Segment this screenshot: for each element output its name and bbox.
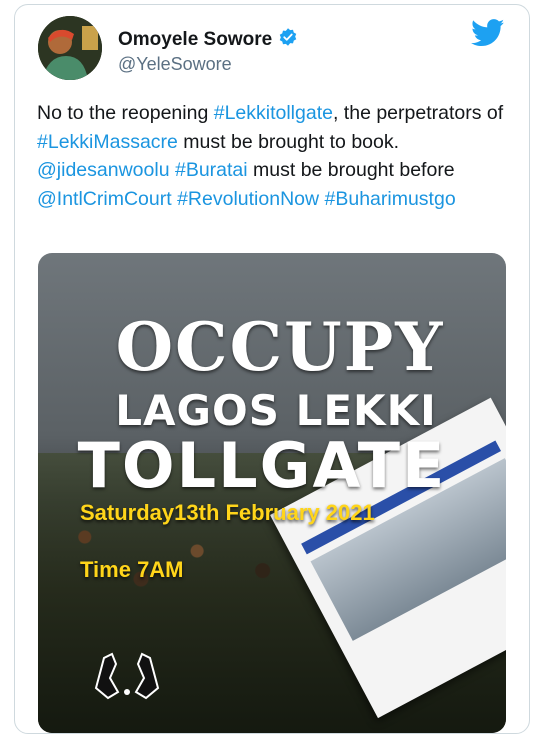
tweet-text: No to the reopening #Lekkitollgate, the … <box>37 99 515 213</box>
poster-date: Saturday13th February 2021 <box>80 500 375 525</box>
tweet-text-segment: must be brought to book. <box>177 130 400 153</box>
poster-headline-occupy: OCCUPY <box>115 308 445 386</box>
tweet-text-segment: must be brought before <box>247 159 455 181</box>
twitter-bird-icon[interactable] <box>471 19 505 52</box>
tweet-image[interactable]: OCCUPY LAGOS LEKKI TOLLGATE Saturday13th… <box>38 253 506 733</box>
fist-emblem-icon <box>90 648 164 707</box>
poster-headline-lagos-lekki: LAGOS LEKKI <box>115 386 437 435</box>
avatar[interactable] <box>38 16 102 80</box>
display-name-text[interactable]: Omoyele Sowore <box>118 29 272 51</box>
poster-time: Time 7AM <box>80 557 184 582</box>
hashtag-link[interactable]: #LekkiMassacre <box>37 131 178 153</box>
poster-headline-tollgate: TOLLGATE <box>77 429 447 502</box>
user-handle[interactable]: @YeleSowore <box>118 54 232 75</box>
display-name[interactable]: Omoyele Sowore <box>118 27 298 53</box>
tweet-text-segment: No to the reopening <box>37 102 214 124</box>
hashtag-link[interactable]: #Lekkitollgate <box>214 102 333 124</box>
mention-link[interactable]: @jidesanwoolu <box>37 159 170 181</box>
mention-link[interactable]: @IntlCrimCourt <box>37 188 172 210</box>
tweet-text-segment: , the perpetrators of <box>332 102 504 124</box>
hashtag-link[interactable]: #Buharimustgo <box>325 188 456 210</box>
hashtag-link[interactable]: #Buratai <box>175 159 248 181</box>
verified-badge-icon <box>278 27 298 53</box>
hashtag-link[interactable]: #RevolutionNow <box>177 188 319 210</box>
